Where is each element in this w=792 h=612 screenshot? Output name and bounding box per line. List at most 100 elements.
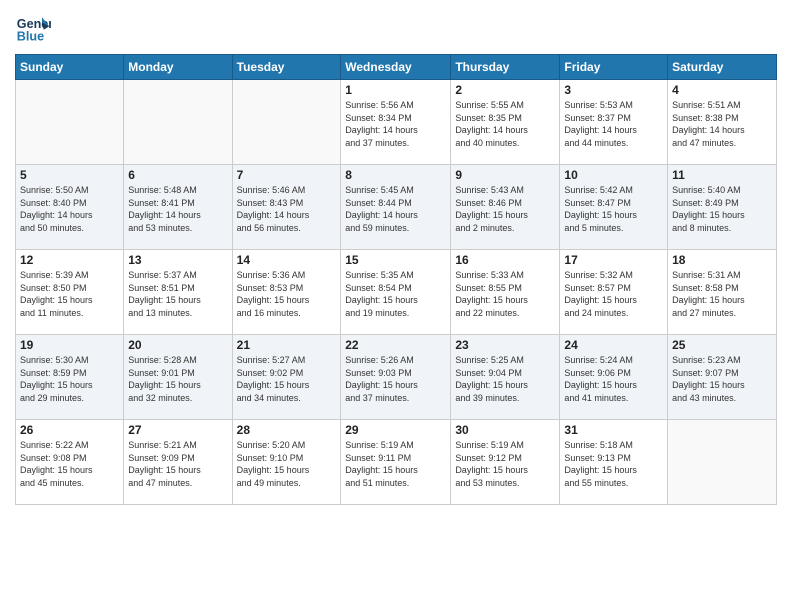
calendar-cell: 19 Sunrise: 5:30 AM Sunset: 8:59 PM Dayli… (16, 335, 124, 420)
day-info: Sunrise: 5:32 AM Sunset: 8:57 PM Dayligh… (564, 269, 663, 319)
logo-icon: General Blue (15, 10, 51, 46)
day-info: Sunrise: 5:36 AM Sunset: 8:53 PM Dayligh… (237, 269, 337, 319)
day-info: Sunrise: 5:24 AM Sunset: 9:06 PM Dayligh… (564, 354, 663, 404)
day-number: 28 (237, 423, 337, 437)
day-number: 27 (128, 423, 227, 437)
calendar-cell: 22 Sunrise: 5:26 AM Sunset: 9:03 PM Dayli… (341, 335, 451, 420)
calendar-cell: 18 Sunrise: 5:31 AM Sunset: 8:58 PM Dayli… (668, 250, 777, 335)
calendar-cell: 28 Sunrise: 5:20 AM Sunset: 9:10 PM Dayli… (232, 420, 341, 505)
day-info: Sunrise: 5:43 AM Sunset: 8:46 PM Dayligh… (455, 184, 555, 234)
calendar-cell: 30 Sunrise: 5:19 AM Sunset: 9:12 PM Dayli… (451, 420, 560, 505)
calendar-cell: 11 Sunrise: 5:40 AM Sunset: 8:49 PM Dayli… (668, 165, 777, 250)
day-info: Sunrise: 5:55 AM Sunset: 8:35 PM Dayligh… (455, 99, 555, 149)
day-info: Sunrise: 5:31 AM Sunset: 8:58 PM Dayligh… (672, 269, 772, 319)
calendar-cell: 23 Sunrise: 5:25 AM Sunset: 9:04 PM Dayli… (451, 335, 560, 420)
day-number: 9 (455, 168, 555, 182)
day-number: 17 (564, 253, 663, 267)
col-monday: Monday (124, 55, 232, 80)
day-info: Sunrise: 5:18 AM Sunset: 9:13 PM Dayligh… (564, 439, 663, 489)
day-number: 29 (345, 423, 446, 437)
day-info: Sunrise: 5:48 AM Sunset: 8:41 PM Dayligh… (128, 184, 227, 234)
day-number: 30 (455, 423, 555, 437)
calendar-cell: 4Sunrise: 5:51 AM Sunset: 8:38 PM Daylig… (668, 80, 777, 165)
logo: General Blue (15, 10, 51, 46)
calendar-cell: 5Sunrise: 5:50 AM Sunset: 8:40 PM Daylig… (16, 165, 124, 250)
day-info: Sunrise: 5:20 AM Sunset: 9:10 PM Dayligh… (237, 439, 337, 489)
calendar-cell: 16 Sunrise: 5:33 AM Sunset: 8:55 PM Dayli… (451, 250, 560, 335)
calendar-cell: 13Sunrise: 5:37 AM Sunset: 8:51 PM Dayli… (124, 250, 232, 335)
calendar-cell: 21 Sunrise: 5:27 AM Sunset: 9:02 PM Dayli… (232, 335, 341, 420)
day-number: 11 (672, 168, 772, 182)
day-number: 2 (455, 83, 555, 97)
day-info: Sunrise: 5:40 AM Sunset: 8:49 PM Dayligh… (672, 184, 772, 234)
day-info: Sunrise: 5:42 AM Sunset: 8:47 PM Dayligh… (564, 184, 663, 234)
day-info: Sunrise: 5:22 AM Sunset: 9:08 PM Dayligh… (20, 439, 119, 489)
week-row-5: 26Sunrise: 5:22 AM Sunset: 9:08 PM Dayli… (16, 420, 777, 505)
week-row-2: 5Sunrise: 5:50 AM Sunset: 8:40 PM Daylig… (16, 165, 777, 250)
day-number: 12 (20, 253, 119, 267)
day-number: 24 (564, 338, 663, 352)
col-thursday: Thursday (451, 55, 560, 80)
calendar-cell: 17 Sunrise: 5:32 AM Sunset: 8:57 PM Dayli… (560, 250, 668, 335)
day-number: 6 (128, 168, 227, 182)
calendar-cell: 7Sunrise: 5:46 AM Sunset: 8:43 PM Daylig… (232, 165, 341, 250)
svg-text:Blue: Blue (17, 30, 44, 44)
day-info: Sunrise: 5:21 AM Sunset: 9:09 PM Dayligh… (128, 439, 227, 489)
col-saturday: Saturday (668, 55, 777, 80)
day-number: 22 (345, 338, 446, 352)
col-wednesday: Wednesday (341, 55, 451, 80)
day-number: 25 (672, 338, 772, 352)
col-sunday: Sunday (16, 55, 124, 80)
calendar-cell: 31 Sunrise: 5:18 AM Sunset: 9:13 PM Dayli… (560, 420, 668, 505)
calendar-cell (124, 80, 232, 165)
day-number: 18 (672, 253, 772, 267)
days-row: Sunday Monday Tuesday Wednesday Thursday… (16, 55, 777, 80)
day-info: Sunrise: 5:30 AM Sunset: 8:59 PM Dayligh… (20, 354, 119, 404)
calendar-cell: 25Sunrise: 5:23 AM Sunset: 9:07 PM Dayli… (668, 335, 777, 420)
calendar-cell: 2 Sunrise: 5:55 AM Sunset: 8:35 PM Daylig… (451, 80, 560, 165)
day-info: Sunrise: 5:45 AM Sunset: 8:44 PM Dayligh… (345, 184, 446, 234)
calendar-cell: 20 Sunrise: 5:28 AM Sunset: 9:01 PM Dayli… (124, 335, 232, 420)
calendar-cell: 14Sunrise: 5:36 AM Sunset: 8:53 PM Dayli… (232, 250, 341, 335)
calendar-cell: 8Sunrise: 5:45 AM Sunset: 8:44 PM Daylig… (341, 165, 451, 250)
calendar-body: 1 Sunrise: 5:56 AM Sunset: 8:34 PM Daylig… (16, 80, 777, 505)
day-number: 20 (128, 338, 227, 352)
calendar: Sunday Monday Tuesday Wednesday Thursday… (15, 54, 777, 505)
calendar-cell: 27 Sunrise: 5:21 AM Sunset: 9:09 PM Dayli… (124, 420, 232, 505)
day-number: 1 (345, 83, 446, 97)
col-tuesday: Tuesday (232, 55, 341, 80)
day-info: Sunrise: 5:35 AM Sunset: 8:54 PM Dayligh… (345, 269, 446, 319)
day-info: Sunrise: 5:26 AM Sunset: 9:03 PM Dayligh… (345, 354, 446, 404)
day-number: 23 (455, 338, 555, 352)
calendar-cell: 29Sunrise: 5:19 AM Sunset: 9:11 PM Dayli… (341, 420, 451, 505)
day-number: 16 (455, 253, 555, 267)
day-number: 19 (20, 338, 119, 352)
calendar-cell: 12 Sunrise: 5:39 AM Sunset: 8:50 PM Dayli… (16, 250, 124, 335)
day-info: Sunrise: 5:39 AM Sunset: 8:50 PM Dayligh… (20, 269, 119, 319)
day-number: 21 (237, 338, 337, 352)
day-info: Sunrise: 5:27 AM Sunset: 9:02 PM Dayligh… (237, 354, 337, 404)
day-info: Sunrise: 5:50 AM Sunset: 8:40 PM Dayligh… (20, 184, 119, 234)
day-number: 3 (564, 83, 663, 97)
week-row-1: 1 Sunrise: 5:56 AM Sunset: 8:34 PM Daylig… (16, 80, 777, 165)
day-number: 31 (564, 423, 663, 437)
calendar-cell: 3Sunrise: 5:53 AM Sunset: 8:37 PM Daylig… (560, 80, 668, 165)
calendar-cell: 9 Sunrise: 5:43 AM Sunset: 8:46 PM Daylig… (451, 165, 560, 250)
day-number: 13 (128, 253, 227, 267)
day-number: 10 (564, 168, 663, 182)
day-number: 7 (237, 168, 337, 182)
header: General Blue (15, 10, 777, 46)
calendar-cell (16, 80, 124, 165)
day-info: Sunrise: 5:56 AM Sunset: 8:34 PM Dayligh… (345, 99, 446, 149)
calendar-header: Sunday Monday Tuesday Wednesday Thursday… (16, 55, 777, 80)
day-info: Sunrise: 5:28 AM Sunset: 9:01 PM Dayligh… (128, 354, 227, 404)
day-number: 4 (672, 83, 772, 97)
week-row-4: 19 Sunrise: 5:30 AM Sunset: 8:59 PM Dayli… (16, 335, 777, 420)
calendar-cell: 10 Sunrise: 5:42 AM Sunset: 8:47 PM Dayli… (560, 165, 668, 250)
calendar-cell: 15Sunrise: 5:35 AM Sunset: 8:54 PM Dayli… (341, 250, 451, 335)
calendar-cell: 26Sunrise: 5:22 AM Sunset: 9:08 PM Dayli… (16, 420, 124, 505)
day-info: Sunrise: 5:33 AM Sunset: 8:55 PM Dayligh… (455, 269, 555, 319)
day-info: Sunrise: 5:19 AM Sunset: 9:12 PM Dayligh… (455, 439, 555, 489)
calendar-cell: 24 Sunrise: 5:24 AM Sunset: 9:06 PM Dayli… (560, 335, 668, 420)
day-info: Sunrise: 5:25 AM Sunset: 9:04 PM Dayligh… (455, 354, 555, 404)
